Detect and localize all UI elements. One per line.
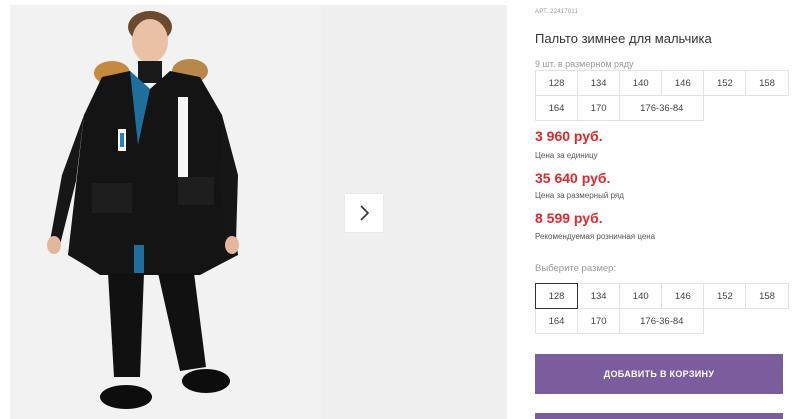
size-option-140[interactable]: 140 [619,283,663,309]
retail-price-note: Рекомендуемая розничная цена [535,232,656,241]
pack-size-grid: 128 134 140 146 152 158 164 170 176-36-8… [535,70,789,121]
pack-size-cell: 128 [535,70,579,96]
boy-in-winter-coat-image [10,5,321,419]
size-option-170[interactable]: 170 [577,308,621,334]
size-selector: 128 134 140 146 152 158 164 170 176-36-8… [535,283,789,334]
pack-size-cell: 164 [535,95,579,121]
pack-note: 9 шт. в размерном ряду [535,59,634,69]
size-option-152[interactable]: 152 [703,283,747,309]
unit-price-note: Цена за единицу [535,151,598,160]
size-option-176-36-84[interactable]: 176-36-84 [619,308,705,334]
retail-price: 8 599 руб. [535,210,603,226]
size-option-146[interactable]: 146 [661,283,705,309]
article-value: 22417011 [550,9,579,15]
article-label: АРТ. [535,9,549,15]
product-title: Пальто зимнее для мальчика [535,31,712,46]
pack-size-cell: 134 [577,70,621,96]
gallery-next-button[interactable] [345,194,383,232]
pack-price-note: Цена за размерный ряд [535,191,624,200]
size-option-158[interactable]: 158 [745,283,789,309]
pack-size-cell: 176-36-84 [619,95,705,121]
pack-size-cell: 158 [745,70,789,96]
product-photo[interactable] [10,5,321,419]
pack-size-cell: 146 [661,70,705,96]
product-gallery [0,0,510,419]
article-number: АРТ. 22417011 [535,9,578,15]
unit-price: 3 960 руб. [535,128,603,144]
choose-size-label: Выберите размер: [535,263,617,274]
size-option-128[interactable]: 128 [535,283,579,309]
chevron-right-icon [360,205,370,221]
size-option-134[interactable]: 134 [577,283,621,309]
pack-size-cell: 170 [577,95,621,121]
add-to-cart-button[interactable]: Добавить в корзину [535,354,783,394]
pack-price: 35 640 руб. [535,170,611,186]
size-option-164[interactable]: 164 [535,308,579,334]
pack-size-cell: 152 [703,70,747,96]
pack-size-cell: 140 [619,70,663,96]
secondary-button-edge[interactable] [535,413,783,419]
